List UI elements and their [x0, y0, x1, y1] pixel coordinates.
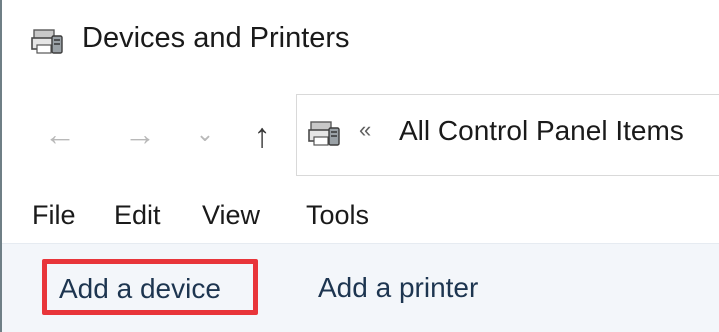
- add-device-button[interactable]: Add a device: [42, 259, 258, 315]
- menu-view[interactable]: View: [202, 200, 260, 231]
- back-button[interactable]: ←: [40, 112, 80, 156]
- up-button[interactable]: ↑: [240, 112, 284, 160]
- address-bar[interactable]: « All Control Panel Items: [296, 94, 719, 176]
- menu-file[interactable]: File: [32, 200, 76, 231]
- menu-tools[interactable]: Tools: [306, 200, 369, 231]
- chevron-down-icon: ⌄: [195, 121, 215, 146]
- command-bar: Add a device Add a printer: [2, 243, 719, 332]
- window-title: Devices and Printers: [82, 22, 350, 54]
- add-device-label: Add a device: [59, 273, 221, 304]
- forward-button[interactable]: →: [120, 112, 160, 156]
- devices-printers-icon: [308, 121, 340, 146]
- add-printer-button[interactable]: Add a printer: [318, 272, 478, 304]
- devices-and-printers-window: Devices and Printers ← → ⌄ ↑ « All Contr…: [0, 0, 719, 332]
- title-bar: Devices and Printers: [2, 0, 719, 84]
- breadcrumb-overflow-button[interactable]: «: [359, 117, 371, 143]
- forward-arrow-icon: →: [124, 115, 156, 152]
- breadcrumb-all-control-panel-items[interactable]: All Control Panel Items: [399, 115, 684, 147]
- menu-bar: File Edit View Tools: [2, 192, 719, 242]
- up-arrow-icon: ↑: [253, 116, 271, 155]
- menu-edit[interactable]: Edit: [114, 200, 161, 231]
- devices-printers-icon: [31, 29, 63, 54]
- back-arrow-icon: ←: [44, 115, 76, 152]
- recent-locations-button[interactable]: ⌄: [190, 116, 220, 152]
